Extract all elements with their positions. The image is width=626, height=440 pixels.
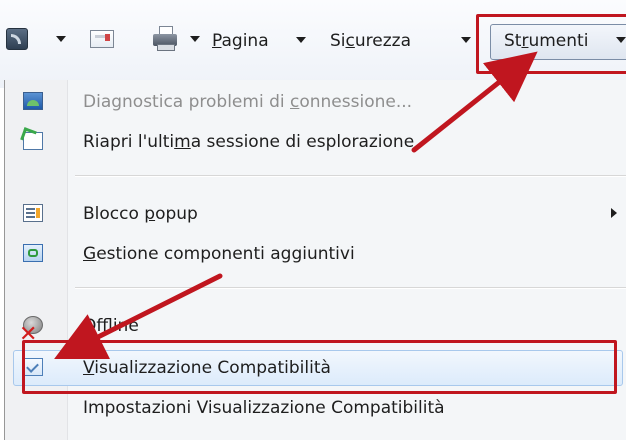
annotation-arrows bbox=[54, 51, 538, 359]
arrow-to-strumenti bbox=[411, 51, 538, 153]
arrow-to-compatibility bbox=[54, 273, 223, 359]
